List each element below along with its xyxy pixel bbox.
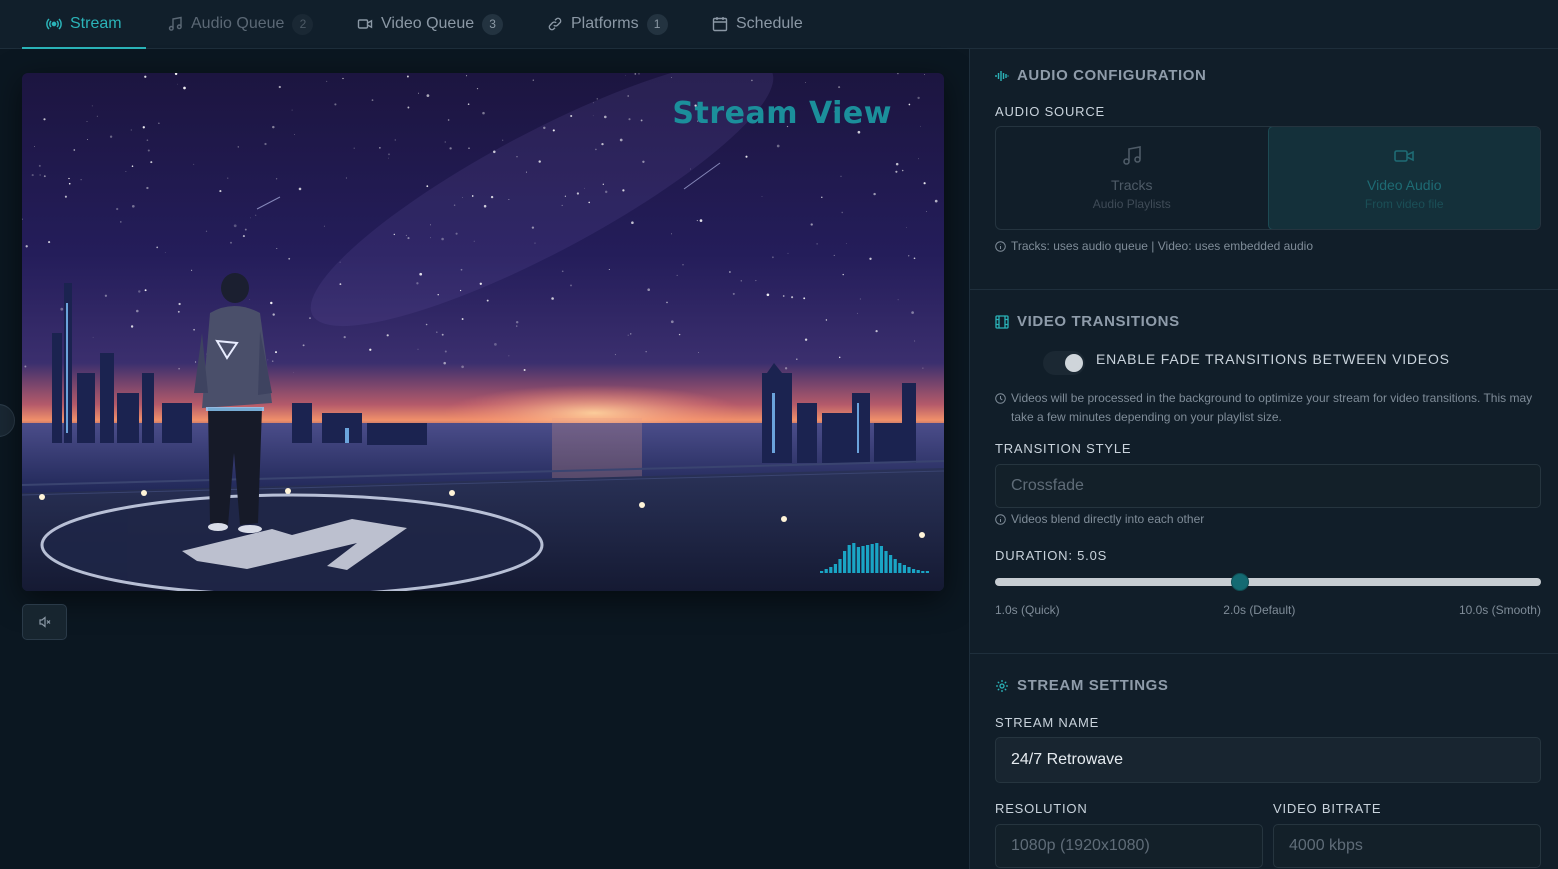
- tick-quick: 1.0s (Quick): [995, 603, 1060, 617]
- stream-preview-image: [22, 73, 944, 591]
- video-camera-icon: [357, 19, 373, 29]
- tab-count-badge: 2: [292, 13, 314, 35]
- broadcast-icon: [46, 18, 62, 30]
- section-heading: STREAM SETTINGS: [995, 677, 1169, 694]
- video-bitrate-select[interactable]: 4000 kbps: [1273, 824, 1541, 868]
- stream-name-input[interactable]: 24/7 Retrowave: [995, 737, 1541, 783]
- duration-slider-thumb[interactable]: [1230, 573, 1249, 591]
- resolution-label: RESOLUTION: [995, 801, 1088, 816]
- audio-source-selector: Tracks Audio Playlists Video Audio From …: [995, 126, 1541, 230]
- tab-label: Schedule: [736, 15, 803, 32]
- tick-default: 2.0s (Default): [1223, 603, 1296, 617]
- section-heading: AUDIO CONFIGURATION: [995, 67, 1206, 84]
- calendar-icon: [712, 17, 728, 32]
- processing-hint: Videos will be processed in the backgrou…: [995, 389, 1541, 427]
- duration-slider[interactable]: [995, 573, 1541, 591]
- audio-configuration-section: AUDIO CONFIGURATION AUDIO SOURCE Tracks …: [970, 49, 1558, 289]
- duration-ticks: 1.0s (Quick) 2.0s (Default) 10.0s (Smoot…: [995, 603, 1541, 617]
- settings-panel: AUDIO CONFIGURATION AUDIO SOURCE Tracks …: [969, 49, 1558, 869]
- stream-overlay-title: Stream View: [672, 96, 892, 131]
- speaker-muted-icon: [38, 616, 50, 628]
- audio-source-tracks-option[interactable]: Tracks Audio Playlists: [996, 127, 1268, 229]
- option-title: Tracks: [1111, 177, 1153, 193]
- transition-style-select[interactable]: Crossfade: [995, 464, 1541, 508]
- duration-label: DURATION: 5.0S: [995, 548, 1108, 563]
- stream-settings-section: STREAM SETTINGS STREAM NAME 24/7 Retrowa…: [970, 653, 1558, 869]
- info-icon: [995, 514, 1006, 525]
- gear-icon: [996, 679, 1008, 692]
- link-icon: [548, 17, 562, 31]
- transition-style-label: TRANSITION STYLE: [995, 441, 1132, 456]
- option-subtitle: From video file: [1364, 197, 1444, 211]
- tab-count-badge: 1: [646, 13, 668, 35]
- music-note-icon: [168, 16, 182, 31]
- audio-source-label: AUDIO SOURCE: [995, 104, 1106, 119]
- video-camera-icon: [1394, 150, 1415, 162]
- tab-platforms[interactable]: Platforms 1: [523, 0, 692, 48]
- music-note-icon: [1122, 146, 1141, 165]
- tab-audio-queue[interactable]: Audio Queue 2: [143, 0, 337, 48]
- option-subtitle: Audio Playlists: [1092, 197, 1171, 211]
- option-title: Video Audio: [1367, 177, 1442, 193]
- film-icon: [995, 314, 1009, 329]
- video-transitions-section: VIDEO TRANSITIONS ENABLE FADE TRANSITION…: [970, 289, 1558, 653]
- audio-source-video-audio-option[interactable]: Video Audio From video file: [1267, 127, 1540, 229]
- resolution-select[interactable]: 1080p (1920x1080): [995, 824, 1263, 868]
- video-bitrate-label: VIDEO BITRATE: [1273, 801, 1382, 816]
- tab-label: Video Queue: [381, 15, 475, 32]
- top-tab-bar: Stream Audio Queue 2 Video Queue 3 Platf…: [0, 0, 1558, 49]
- audio-wave-icon: [995, 70, 1009, 81]
- info-icon: [995, 241, 1006, 252]
- transition-style-hint: Videos blend directly into each other: [995, 510, 1204, 529]
- tick-smooth: 10.0s (Smooth): [1458, 603, 1541, 617]
- audio-source-hint: Tracks: uses audio queue | Video: uses e…: [995, 237, 1313, 256]
- tab-label: Platforms: [571, 15, 639, 32]
- fade-transitions-toggle[interactable]: [1043, 351, 1085, 375]
- toggle-knob: [1065, 354, 1083, 372]
- tab-label: Stream: [70, 15, 122, 32]
- mute-toggle-button[interactable]: [22, 604, 67, 640]
- tab-video-queue[interactable]: Video Queue 3: [333, 0, 527, 48]
- sidebar-toggle-handle[interactable]: [0, 404, 15, 437]
- fade-transitions-label: ENABLE FADE TRANSITIONS BETWEEN VIDEOS: [1096, 351, 1450, 367]
- clock-icon: [995, 393, 1006, 404]
- tab-count-badge: 3: [482, 13, 504, 35]
- tab-stream[interactable]: Stream: [22, 0, 146, 49]
- stream-preview: Stream View: [22, 73, 944, 591]
- section-heading: VIDEO TRANSITIONS: [995, 313, 1180, 330]
- tab-label: Audio Queue: [191, 15, 285, 32]
- tab-schedule[interactable]: Schedule: [688, 0, 827, 48]
- stream-name-label: STREAM NAME: [995, 715, 1100, 730]
